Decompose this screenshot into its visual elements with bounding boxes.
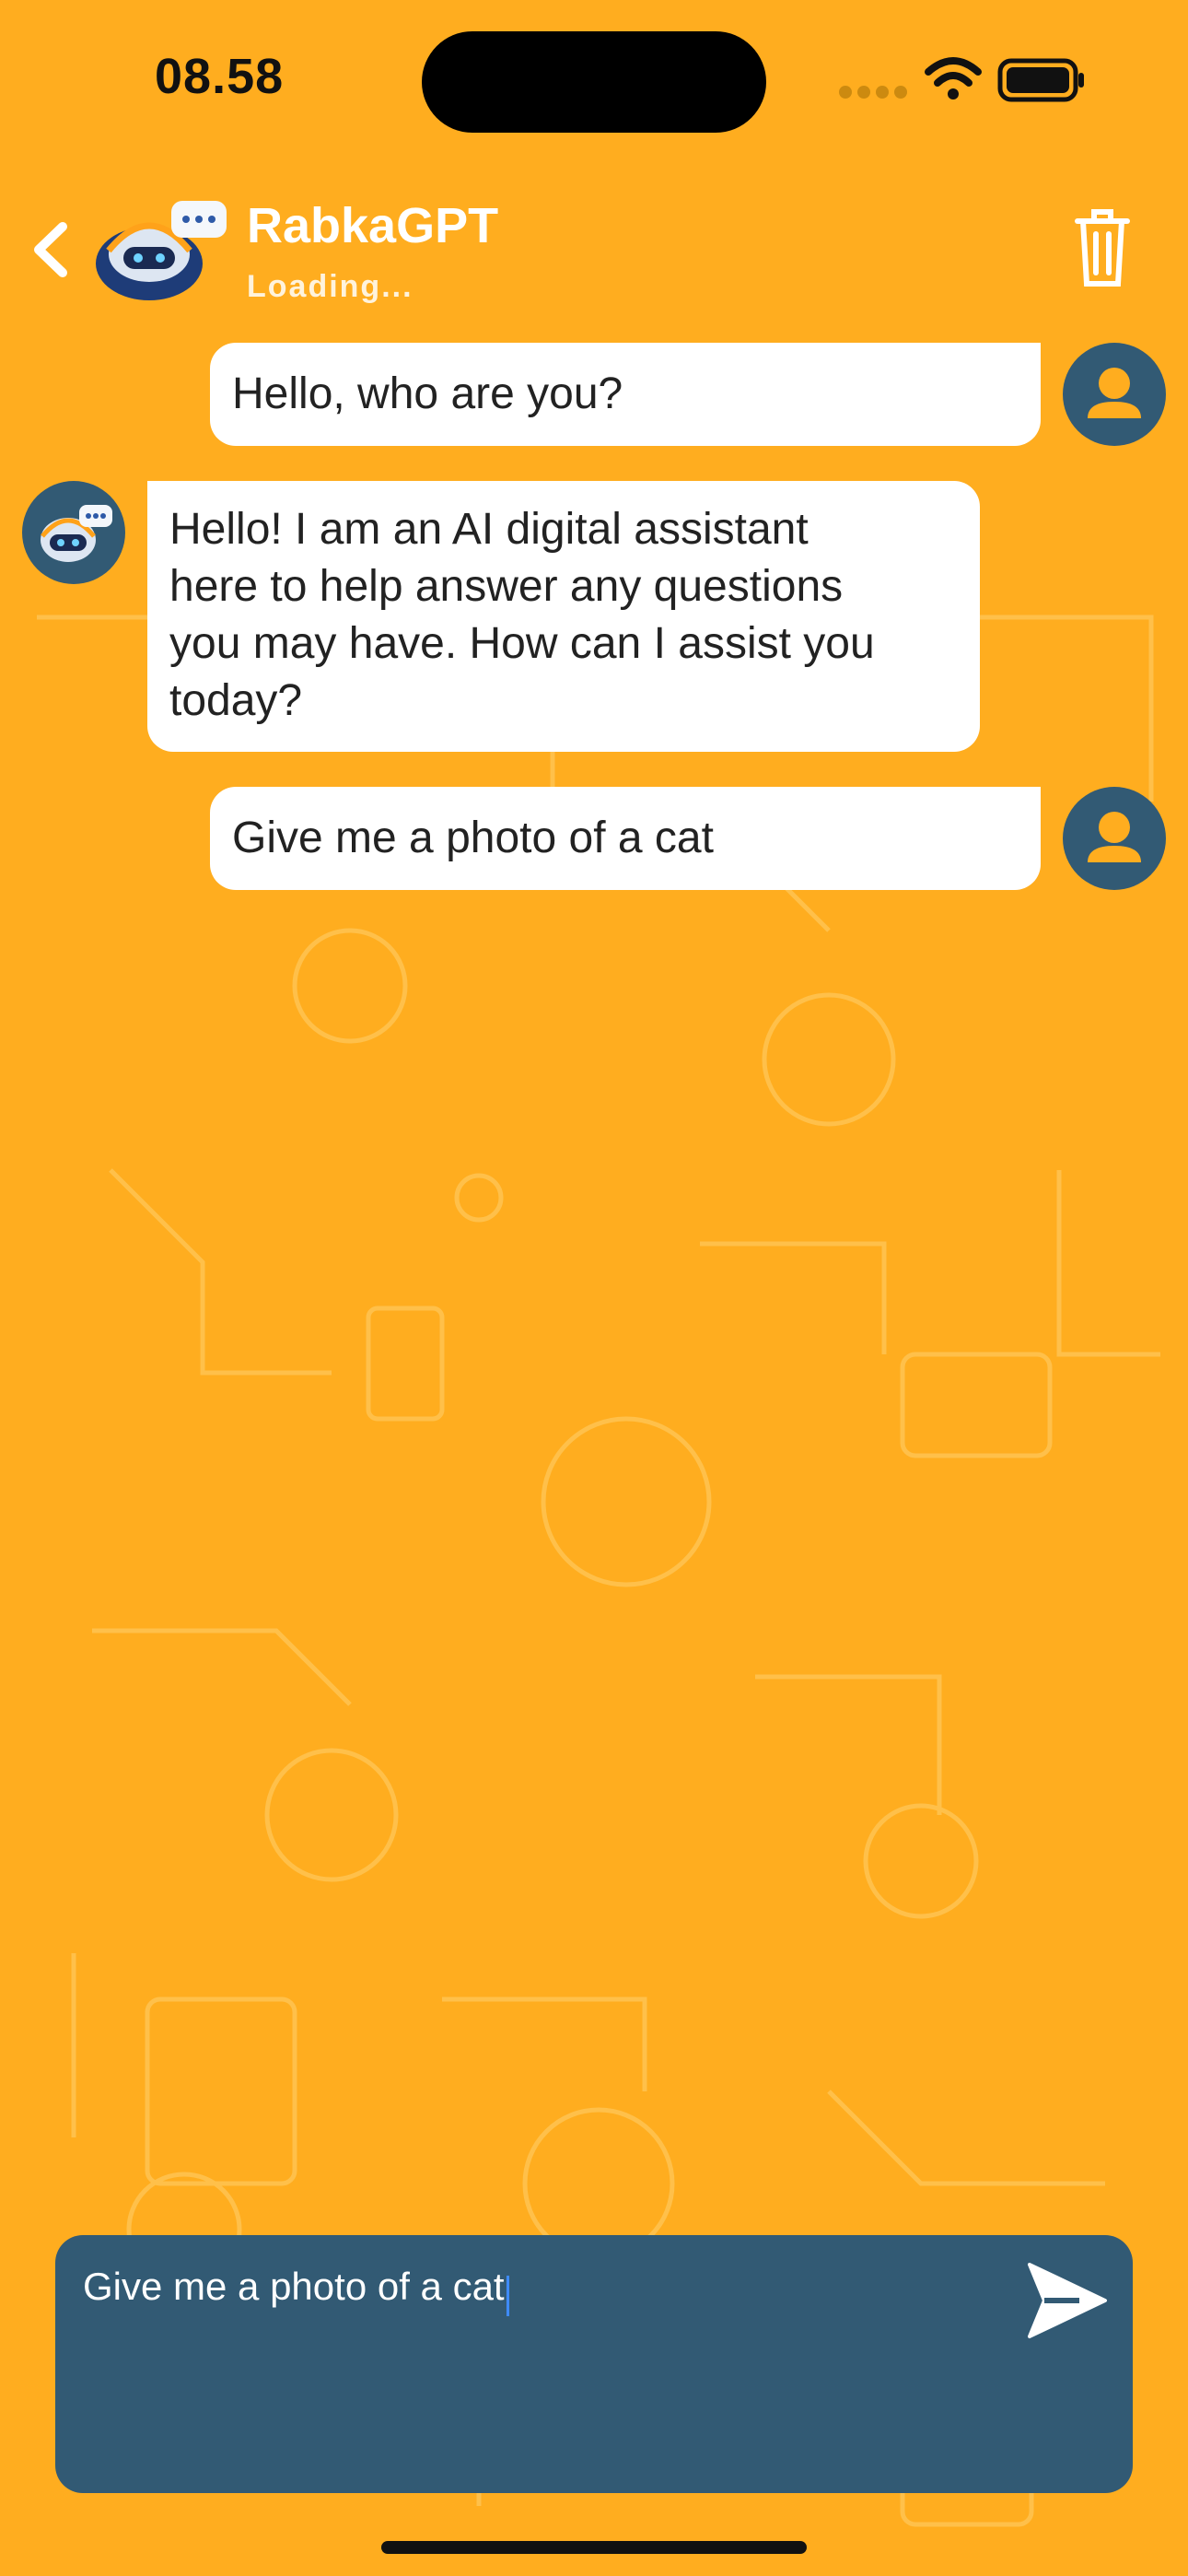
- assistant-message-bubble: Hello! I am an AI digital assistant here…: [147, 481, 980, 752]
- wifi-icon: [925, 57, 982, 100]
- user-message-bubble: Hello, who are you?: [210, 343, 1041, 446]
- text-caret: [506, 2275, 509, 2316]
- cellular-dots-icon: [839, 86, 907, 99]
- bot-avatar: [22, 481, 125, 584]
- user-avatar: [1063, 343, 1166, 446]
- battery-icon: [997, 58, 1084, 102]
- chat-title: RabkaGPT: [247, 198, 499, 253]
- message-input-text: Give me a photo of a cat: [83, 2265, 505, 2308]
- chevron-left-icon: [34, 222, 67, 277]
- home-indicator: [381, 2541, 807, 2554]
- user-avatar: [1063, 787, 1166, 890]
- delete-chat-button[interactable]: [1074, 206, 1131, 289]
- trash-icon: [1075, 209, 1130, 287]
- message-input[interactable]: Give me a photo of a cat: [55, 2235, 1133, 2493]
- send-button[interactable]: [1024, 2259, 1109, 2342]
- bot-avatar: [96, 201, 227, 300]
- status-time: 08.58: [155, 49, 285, 104]
- user-message-bubble: Give me a photo of a cat: [210, 787, 1041, 890]
- back-button[interactable]: [26, 219, 74, 280]
- chat-status: Loading...: [247, 269, 413, 304]
- dynamic-island: [422, 31, 766, 133]
- status-icons: [839, 57, 1084, 102]
